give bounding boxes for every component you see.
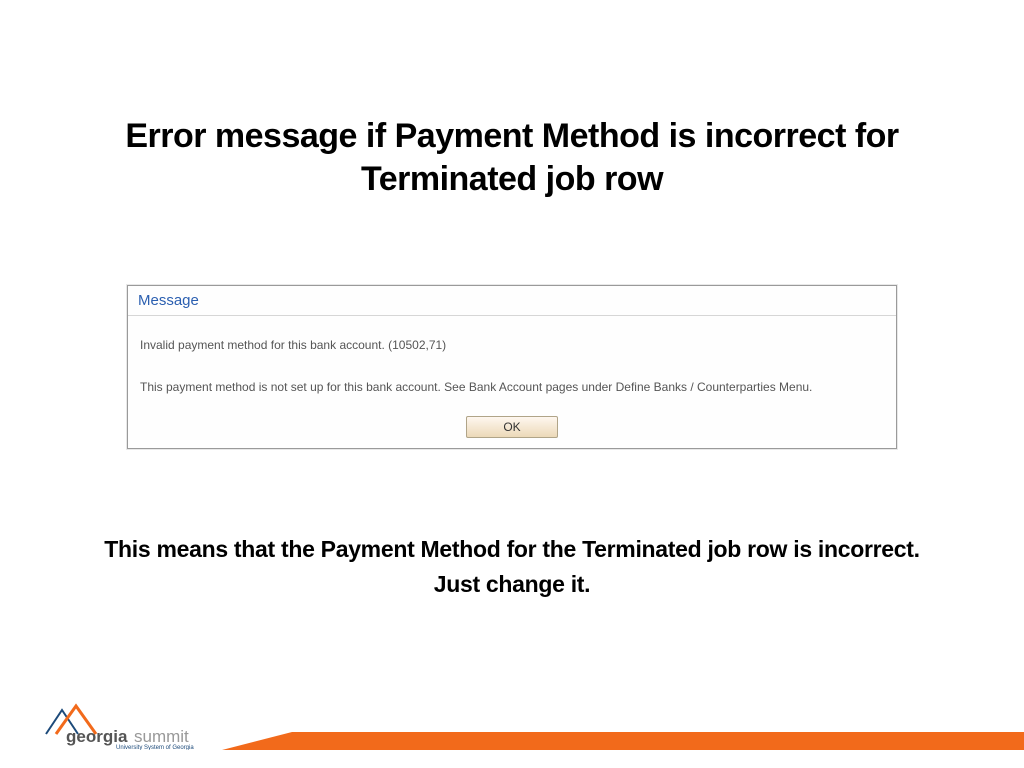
explanation-line-2: Just change it.: [90, 569, 934, 600]
svg-text:summit: summit: [134, 727, 189, 746]
dialog-message-2: This payment method is not set up for th…: [140, 380, 884, 394]
ok-button[interactable]: OK: [466, 416, 558, 438]
explanation-text: This means that the Payment Method for t…: [0, 534, 1024, 600]
logo-icon: georgia summit University System of Geor…: [42, 702, 222, 750]
georgia-summit-logo: georgia summit University System of Geor…: [42, 702, 222, 750]
explanation-line-1: This means that the Payment Method for t…: [104, 536, 919, 562]
dialog-actions: OK: [128, 412, 896, 448]
slide-footer: georgia summit University System of Geor…: [0, 708, 1024, 768]
slide-title: Error message if Payment Method is incor…: [0, 0, 1024, 200]
dialog-body: Invalid payment method for this bank acc…: [128, 316, 896, 412]
dialog-message-1: Invalid payment method for this bank acc…: [140, 338, 884, 352]
message-dialog: Message Invalid payment method for this …: [127, 285, 897, 449]
svg-text:georgia: georgia: [66, 727, 128, 746]
dialog-header: Message: [128, 286, 896, 316]
footer-stripe: [222, 732, 1024, 750]
svg-text:University System of Georgia: University System of Georgia: [116, 745, 194, 750]
